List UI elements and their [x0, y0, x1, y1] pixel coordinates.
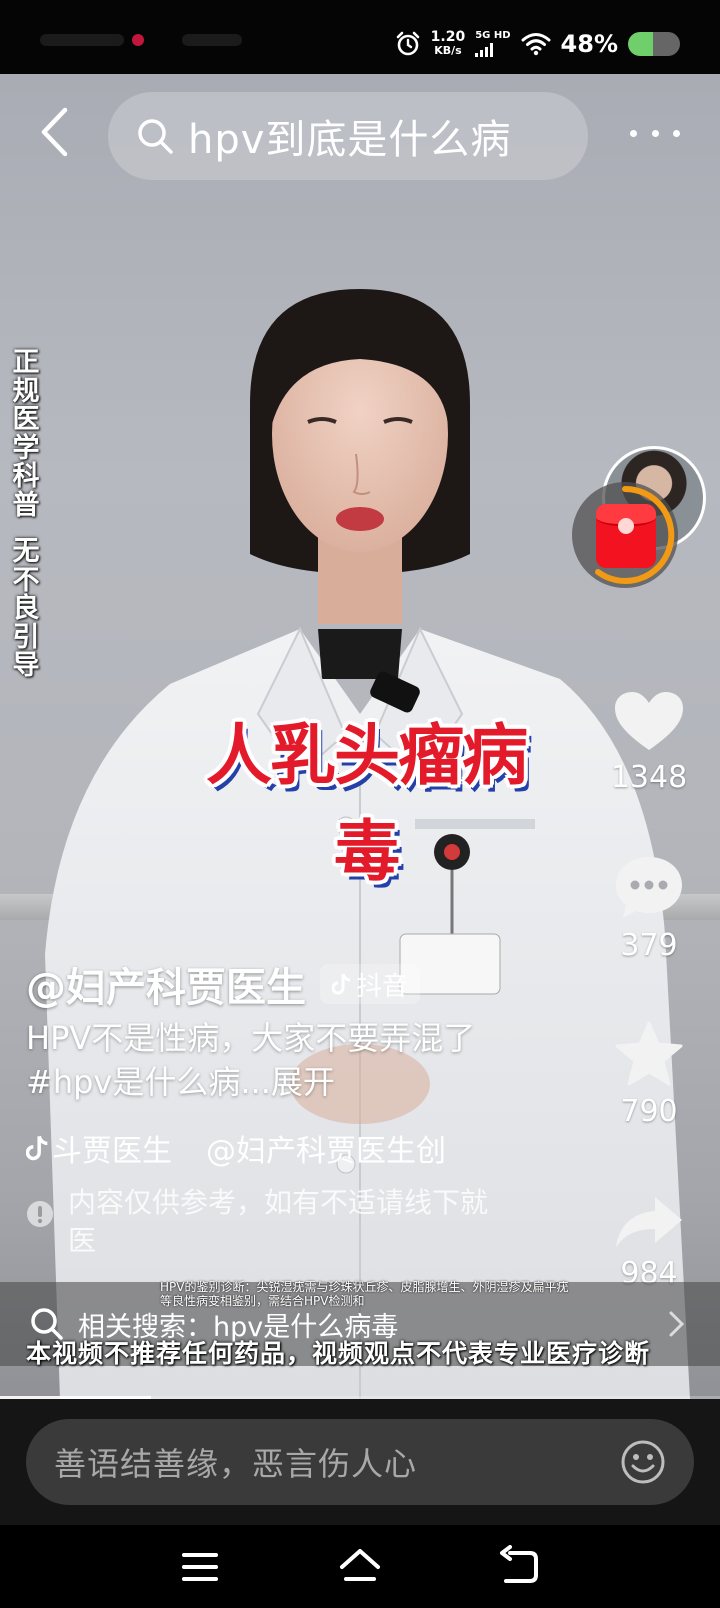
share-arrow-icon [616, 1197, 682, 1247]
video-player[interactable]: hpv到底是什么病 正规医学科普 无不良引导 人乳头瘤病毒 1348 379 7… [0, 74, 720, 1399]
music-title: 斗贾医生 [52, 1134, 172, 1169]
video-overlay-title: 人乳头瘤病毒 [206, 717, 528, 890]
side-caption-line-2: 无不良引导 [12, 536, 40, 681]
system-nav-bar [0, 1525, 720, 1608]
more-dot-icon [673, 129, 680, 137]
emoji-icon[interactable] [620, 1439, 666, 1485]
comment-input[interactable]: 善语结善缘，恶言伤人心 [26, 1419, 694, 1505]
search-input[interactable]: hpv到底是什么病 [108, 92, 588, 180]
network-type: 5G HD [475, 31, 511, 57]
red-packet-icon [596, 504, 656, 568]
author-line: @妇产科贾医生 抖音 [26, 954, 421, 1014]
battery-percent: 48% [560, 30, 618, 58]
more-dot-icon [651, 129, 659, 137]
share-button[interactable]: 984 [574, 1194, 720, 1291]
net-speed: 1.20 KB/s [430, 29, 466, 57]
comment-placeholder: 善语结善缘，恶言伤人心 [54, 1445, 418, 1483]
douyin-logo-icon [332, 973, 351, 995]
comment-bubble-icon [616, 857, 682, 918]
status-indicators: 1.20 KB/s 5G HD 48% [395, 24, 680, 64]
like-count: 1348 [610, 760, 688, 795]
comment-area: 善语结善缘，恶言伤人心 [0, 1399, 720, 1525]
disclaimer-text: 内容仅供参考，如有不适请线下就医 [68, 1186, 489, 1257]
author-name[interactable]: @妇产科贾医生 [26, 955, 306, 1013]
signal-bars-icon [475, 43, 510, 57]
side-caption: 正规医学科普 无不良引导 [10, 347, 42, 681]
info-icon [27, 1201, 53, 1227]
music-note-icon [26, 1135, 48, 1161]
search-icon [138, 119, 173, 154]
video-description[interactable]: HPV不是性病，大家不要弄混了 #hpv是什么病...展开 [26, 1016, 496, 1104]
music-line[interactable]: 斗贾医生 @妇产科贾医生创 [26, 1126, 466, 1170]
more-dot-icon [630, 129, 637, 137]
menu-icon[interactable] [178, 1545, 222, 1589]
star-icon [615, 1021, 683, 1086]
search-query: hpv到底是什么病 [188, 117, 512, 163]
red-packet-button[interactable] [572, 482, 678, 588]
video-bottom-caption: 本视频不推荐任何药品，视频观点不代表专业医疗诊断 [26, 1339, 651, 1368]
back-button[interactable] [34, 104, 74, 160]
more-options-button[interactable] [630, 118, 680, 148]
video-fine-print: HPV的鉴别诊断：尖锐湿疣需与珍珠状丘疹、皮脂腺增生、外阴湿疹及扁平疣等良性病变… [160, 1280, 569, 1308]
content-disclaimer: 内容仅供参考，如有不适请线下就医 [26, 1184, 496, 1260]
status-bar: 1.20 KB/s 5G HD 48% [0, 0, 720, 74]
wifi-icon [521, 33, 551, 56]
favorite-count: 790 [620, 1094, 678, 1129]
platform-tag: 抖音 [320, 964, 421, 1004]
alarm-icon [396, 31, 419, 56]
favorite-button[interactable]: 790 [574, 1020, 720, 1129]
top-nav: hpv到底是什么病 [0, 74, 720, 194]
battery-icon [628, 32, 680, 56]
music-author: @妇产科贾医生创 [206, 1134, 446, 1169]
comment-count: 379 [620, 928, 678, 963]
back-nav-icon[interactable] [498, 1545, 542, 1589]
chevron-left-icon [41, 107, 68, 157]
status-notification-icons [40, 28, 250, 52]
like-button[interactable]: 1348 [574, 690, 720, 795]
home-icon[interactable] [338, 1545, 382, 1589]
heart-icon [615, 692, 683, 750]
side-caption-line-1: 正规医学科普 [12, 347, 40, 521]
comment-button[interactable]: 379 [574, 854, 720, 963]
